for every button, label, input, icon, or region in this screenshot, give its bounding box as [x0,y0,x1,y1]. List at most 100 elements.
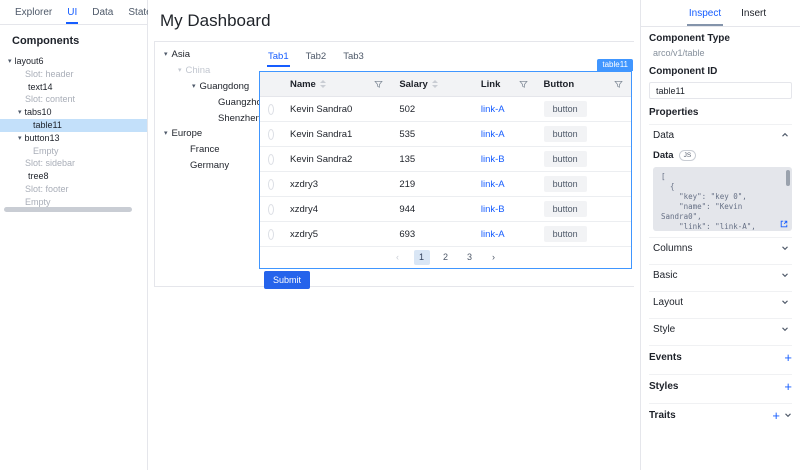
page-title: My Dashboard [160,11,271,31]
js-toggle-badge[interactable]: JS [679,150,697,161]
tree-item-label: Empty [33,145,59,158]
section-events: Events + [649,346,792,368]
tree-item-empty[interactable]: Empty [0,145,147,158]
row-radio[interactable] [268,154,274,165]
row-radio[interactable] [268,204,274,215]
row-radio[interactable] [268,229,274,240]
canvas-tab-tab2[interactable]: Tab2 [305,48,328,65]
tree-node-label: Europe [172,128,203,139]
tree-item-button13[interactable]: ▾button13 [0,132,147,145]
page-3[interactable]: 3 [462,250,478,265]
tree-node-shenzhen[interactable]: Shenzhen [164,110,267,126]
page-2[interactable]: 2 [438,250,454,265]
canvas-tab-tab3[interactable]: Tab3 [342,48,365,65]
caret-down-icon: ▾ [178,67,182,74]
row-link[interactable]: link-A [481,229,505,240]
canvas-tab-tab1[interactable]: Tab1 [267,48,290,65]
expand-icon[interactable] [780,220,788,228]
tree-item-tree8[interactable]: tree8 [0,170,147,183]
sort-icon[interactable] [432,80,438,88]
left-tab-explorer[interactable]: Explorer [14,7,53,24]
column-header-button: Button [536,72,631,96]
chevron-down-icon[interactable] [781,298,789,306]
horizontal-scrollbar[interactable] [4,207,132,212]
page-prev[interactable]: ‹ [390,250,406,265]
extra-sections: Events+Styles+Traits+ [649,346,792,426]
row-link[interactable]: link-B [481,154,505,165]
row-button[interactable]: button [544,101,587,117]
tree-item-slot-sidebar[interactable]: Slot: sidebar [0,157,147,170]
tree-item-table11[interactable]: table11 [0,119,147,132]
data-code-editor[interactable]: [ { "key": "key 0", "name": "Kevin Sandr… [653,167,792,231]
add-traits-button[interactable]: + [772,409,780,422]
tree-node-guangzhou[interactable]: Guangzhou [164,94,267,110]
row-link[interactable]: link-A [481,129,505,140]
row-button[interactable]: button [544,126,587,142]
chevron-down-icon[interactable] [784,411,792,419]
tree-item-layout6[interactable]: ▾layout6 [0,55,147,68]
cell-name-text: Kevin Sandra0 [290,104,352,115]
row-link[interactable]: link-B [481,204,505,215]
cell-select [260,147,282,171]
inspector-tab-inspect[interactable]: Inspect [687,8,723,26]
cell-salary: 219 [391,172,473,196]
tree-node-asia[interactable]: ▾Asia [164,47,267,63]
page-1[interactable]: 1 [414,250,430,265]
row-button[interactable]: button [544,176,587,192]
section-title: Basic [653,270,677,281]
filter-icon[interactable] [614,80,623,89]
section-data-header[interactable]: Data [649,125,792,145]
tree-node-france[interactable]: France [164,142,267,158]
tree-item-tabs10[interactable]: ▾tabs10 [0,106,147,119]
left-panel-tabs: ExplorerUIDataState [0,0,147,25]
chevron-down-icon[interactable] [781,325,789,333]
left-tab-ui[interactable]: UI [66,7,78,24]
section-data-title: Data [653,130,674,141]
section-columns[interactable]: Columns [649,238,792,258]
filter-icon[interactable] [374,80,383,89]
tree-item-slot-footer[interactable]: Slot: footer [0,183,147,196]
add-styles-button[interactable]: + [784,380,792,393]
tree-node-europe[interactable]: ▾Europe [164,126,267,142]
tree-node-guangdong[interactable]: ▾Guangdong [164,79,267,95]
component-id-input[interactable] [649,82,792,99]
tree-item-slot-content[interactable]: Slot: content [0,93,147,106]
left-tab-data[interactable]: Data [91,7,114,24]
tree-node-label: Guangdong [200,81,250,92]
data-field-label: Data [653,150,674,161]
row-radio[interactable] [268,129,274,140]
row-link[interactable]: link-A [481,179,505,190]
chevron-down-icon[interactable] [781,271,789,279]
cell-button: button [536,172,631,196]
tree-node-china[interactable]: ▾China [164,63,267,79]
filter-icon[interactable] [519,80,528,89]
inspector-tab-insert[interactable]: Insert [739,8,768,26]
chevron-down-icon[interactable] [781,244,789,252]
sort-icon[interactable] [320,80,326,88]
row-radio[interactable] [268,179,274,190]
tree-item-slot-header[interactable]: Slot: header [0,68,147,81]
section-title: Events [649,352,682,363]
tree-item-text14[interactable]: text14 [0,81,147,94]
add-events-button[interactable]: + [784,351,792,364]
row-radio[interactable] [268,104,274,115]
section-layout[interactable]: Layout [649,292,792,312]
cell-link: link-A [473,97,536,121]
row-link[interactable]: link-A [481,104,505,115]
tree-item-label: text14 [28,81,53,94]
section-style[interactable]: Style [649,319,792,339]
code-scrollbar[interactable] [786,170,790,186]
chevron-up-icon[interactable] [781,131,789,139]
section-title: Traits [649,410,676,421]
page-next[interactable]: › [486,250,502,265]
cell-link: link-B [473,197,536,221]
section-basic[interactable]: Basic [649,265,792,285]
caret-down-icon: ▾ [164,51,168,58]
row-button[interactable]: button [544,201,587,217]
tree-node-germany[interactable]: Germany [164,158,267,174]
row-button[interactable]: button [544,151,587,167]
row-button[interactable]: button [544,226,587,242]
submit-button[interactable]: Submit [264,271,310,289]
inspector-tabs: Inspect Insert [641,0,800,27]
tree-item-label: layout6 [15,55,44,68]
